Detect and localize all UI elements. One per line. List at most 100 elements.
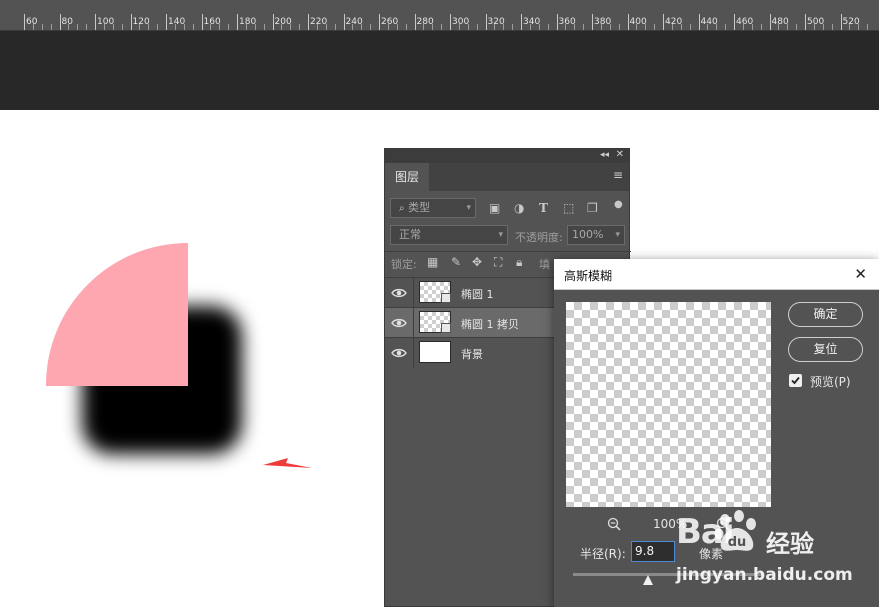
opacity-field[interactable]: 100% ▾ xyxy=(567,225,625,245)
lock-position-icon[interactable]: ✥ xyxy=(472,255,482,269)
tab-layers[interactable]: 图层 xyxy=(385,163,429,191)
radius-label: 半径(R): xyxy=(580,547,626,561)
ruler-tick-label: 400 xyxy=(629,17,647,27)
ruler-major-tick xyxy=(521,14,522,31)
ruler-tick-label: 340 xyxy=(523,17,541,27)
eye-icon[interactable] xyxy=(391,345,407,359)
search-icon: ⌕ xyxy=(399,203,405,214)
reset-button[interactable]: 复位 xyxy=(788,337,863,362)
ruler-tick-label: 480 xyxy=(771,17,789,27)
close-icon[interactable]: ✕ xyxy=(854,265,867,283)
ruler-tick-label: 160 xyxy=(203,17,221,27)
panel-tab-row: 图层 ≡ xyxy=(385,163,629,191)
ruler-major-tick xyxy=(59,14,61,31)
ruler-major-tick xyxy=(237,14,238,31)
zoom-out-icon[interactable] xyxy=(607,517,621,531)
layer-thumbnail[interactable] xyxy=(419,281,451,303)
lock-artboard-icon[interactable]: ⛶ xyxy=(494,255,502,269)
fill-label: 填 xyxy=(539,258,550,271)
ruler-tick-label: 280 xyxy=(416,17,434,27)
pasteboard xyxy=(0,31,879,110)
ruler-tick-label: 100 xyxy=(97,17,115,27)
ruler-tick-label: 500 xyxy=(807,17,825,27)
ruler-major-tick xyxy=(734,14,735,31)
layer-thumbnail[interactable] xyxy=(419,311,451,333)
chevron-down-icon: ▾ xyxy=(498,230,503,240)
panel-menu-icon[interactable]: ≡ xyxy=(613,168,623,182)
panel-title-bar[interactable]: ◂◂ ✕ xyxy=(385,149,629,163)
smart-object-filter-icon[interactable]: ❐ xyxy=(587,201,598,215)
layer-filter-select[interactable]: ⌕ 类型 ▾ xyxy=(390,198,476,218)
lock-transparent-icon[interactable]: ▦ xyxy=(427,255,438,269)
layer-thumbnail[interactable] xyxy=(419,341,451,363)
watermark-url: jingyan.baidu.com xyxy=(676,565,853,585)
blur-preview[interactable] xyxy=(566,302,771,507)
ruler-major-tick xyxy=(343,14,345,31)
ruler-major-tick xyxy=(272,14,274,31)
ruler-major-tick xyxy=(698,14,700,31)
ruler-tick-label: 420 xyxy=(665,17,683,27)
horizontal-ruler: 60 80 100 120 140 160 180 200 220 240 260 280 300 320… xyxy=(0,0,879,31)
ruler-major-tick xyxy=(663,14,664,31)
lock-paint-icon[interactable]: ✎ xyxy=(451,255,461,269)
layer-name[interactable]: 椭圆 1 xyxy=(461,286,494,302)
ruler-major-tick xyxy=(556,14,558,31)
opacity-label: 不透明度: xyxy=(515,231,563,244)
filter-toggle-icon[interactable]: ● xyxy=(614,198,623,212)
ruler-major-tick xyxy=(166,14,167,31)
preview-checkbox[interactable] xyxy=(789,374,802,387)
ruler-tick-label: 260 xyxy=(381,17,399,27)
ruler-major-tick xyxy=(592,14,593,31)
baidu-paw-icon: du xyxy=(714,510,756,551)
watermark-jingyan: 经验 xyxy=(766,530,814,558)
ruler-major-tick xyxy=(308,14,309,31)
layer-name[interactable]: 椭圆 1 拷贝 xyxy=(461,316,519,332)
radius-slider-thumb[interactable] xyxy=(643,575,653,585)
visibility-divider xyxy=(413,278,414,308)
dialog-title: 高斯模糊 xyxy=(564,269,613,283)
ruler-tick-label: 200 xyxy=(274,17,292,27)
ruler-tick-label: 180 xyxy=(239,17,257,27)
ruler-tick-label: 520 xyxy=(842,17,860,27)
ruler-tick-label: 240 xyxy=(345,17,363,27)
smart-object-badge-icon xyxy=(441,293,451,303)
shape-filter-icon[interactable]: ⬚ xyxy=(563,201,574,215)
lock-all-icon[interactable]: 🔒︎ xyxy=(516,255,522,269)
visibility-divider xyxy=(413,308,414,338)
ok-button[interactable]: 确定 xyxy=(788,302,863,327)
eye-icon[interactable] xyxy=(391,285,407,299)
ruler-major-tick xyxy=(769,14,771,31)
chevron-down-icon: ▾ xyxy=(615,230,620,240)
ruler-tick-label: 300 xyxy=(452,17,470,27)
dialog-title-bar[interactable]: 高斯模糊 ✕ xyxy=(554,259,879,290)
type-filter-icon[interactable]: T xyxy=(539,201,548,215)
radius-input[interactable]: 9.8 xyxy=(631,541,675,562)
ruler-major-tick xyxy=(95,14,96,31)
svg-text:du: du xyxy=(728,535,747,550)
close-icon[interactable]: ✕ xyxy=(616,149,624,160)
ruler-tick-label: 80 xyxy=(61,17,73,27)
visibility-divider xyxy=(413,338,414,368)
ruler-tick-label: 360 xyxy=(558,17,576,27)
blend-mode-select[interactable]: 正常 ▾ xyxy=(390,225,508,245)
layer-name[interactable]: 背景 xyxy=(461,346,483,362)
blend-mode-value: 正常 xyxy=(399,228,421,241)
eye-icon[interactable] xyxy=(391,315,407,329)
ruler-tick-label: 220 xyxy=(310,17,328,27)
ruler-major-tick xyxy=(627,14,629,31)
adjustment-filter-icon[interactable]: ◑ xyxy=(514,201,524,215)
image-filter-icon[interactable]: ▣ xyxy=(489,201,500,215)
gaussian-blur-dialog: 高斯模糊 ✕ 确定 复位 预览(P) 100% 半径(R): 9.8 像素 xyxy=(554,259,879,607)
ruler-major-tick xyxy=(130,14,132,31)
lock-label: 锁定: xyxy=(391,258,417,271)
ruler-tick-label: 380 xyxy=(594,17,612,27)
collapse-icon[interactable]: ◂◂ xyxy=(600,150,609,160)
ruler-major-tick xyxy=(414,14,416,31)
ruler-major-tick xyxy=(379,14,380,31)
ruler-tick-label: 140 xyxy=(168,17,186,27)
ruler-tick-label: 60 xyxy=(26,17,38,27)
ruler-tick-label: 440 xyxy=(700,17,718,27)
ruler-major-tick xyxy=(24,14,25,31)
chevron-down-icon: ▾ xyxy=(466,203,471,213)
ruler-tick-label: 460 xyxy=(736,17,754,27)
